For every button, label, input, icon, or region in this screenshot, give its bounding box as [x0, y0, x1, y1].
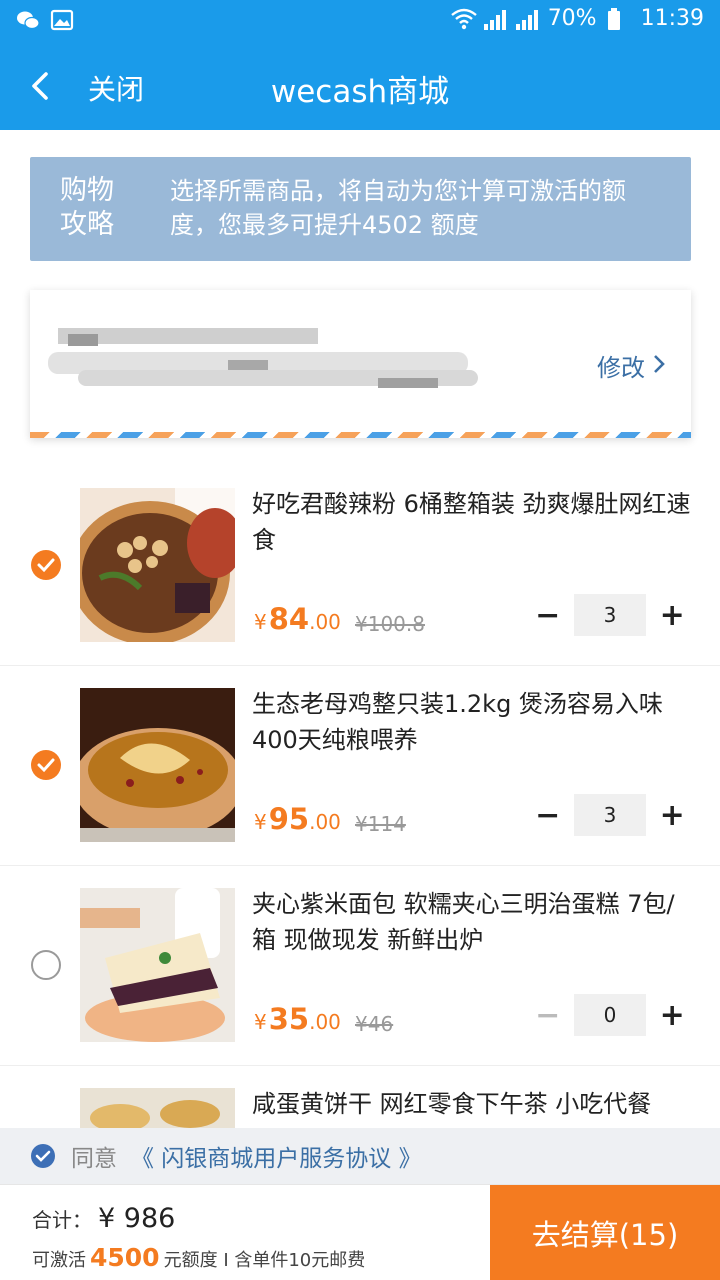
- quantity-stepper: − 0 +: [530, 994, 690, 1036]
- chevron-right-icon: [653, 352, 665, 380]
- product-name[interactable]: 夹心紫米面包 软糯夹心三明治蛋糕 7包/箱 现做现发 新鲜出炉: [252, 886, 692, 958]
- product-name[interactable]: 生态老母鸡整只装1.2kg 煲汤容易入味400天纯粮喂养: [252, 686, 692, 758]
- edit-label: 修改: [597, 354, 645, 382]
- guide-title: 购物攻略: [60, 175, 114, 240]
- total-label: 合计：: [32, 1208, 92, 1232]
- airmail-border: [30, 432, 691, 438]
- activation-amount: 4500: [90, 1243, 160, 1272]
- agreement-bar: 同意 《 闪银商城用户服务协议 》: [0, 1128, 720, 1184]
- agreement-label: 同意: [71, 1146, 117, 1172]
- decrement-button[interactable]: −: [530, 994, 566, 1036]
- activation-prefix: 可激活: [32, 1250, 86, 1271]
- edit-address-button[interactable]: 修改: [597, 348, 665, 383]
- wifi-icon: [450, 7, 477, 31]
- checkout-bar: 合计： ¥ 986 可激活 4500 元额度 I 含单件10元邮费 去结算(15…: [0, 1184, 720, 1280]
- redacted-address: [48, 328, 478, 388]
- increment-button[interactable]: +: [654, 994, 690, 1036]
- total-amount: ¥ 986: [98, 1203, 176, 1234]
- quantity-value[interactable]: 3: [573, 594, 647, 636]
- nav-bar: 关闭 wecash商城: [0, 42, 720, 130]
- status-bar: 70% 11:39: [0, 0, 720, 42]
- quantity-value[interactable]: 3: [573, 794, 647, 836]
- decrement-button[interactable]: −: [530, 794, 566, 836]
- checkout-button[interactable]: 去结算(15): [490, 1185, 720, 1280]
- product-item: 好吃君酸辣粉 6桶整箱装 劲爽爆肚网红速食 ¥ 84 .00 ¥100.8 − …: [0, 466, 720, 666]
- signal-icon: [515, 8, 538, 30]
- image-icon: [50, 8, 74, 32]
- battery-icon: [607, 7, 631, 31]
- quantity-stepper: − 3 +: [530, 594, 690, 636]
- unselected-checkbox[interactable]: [31, 950, 61, 980]
- page-title: wecash商城: [270, 74, 450, 110]
- product-name[interactable]: 好吃君酸辣粉 6桶整箱装 劲爽爆肚网红速食: [252, 486, 692, 558]
- battery-percent: 70%: [547, 6, 597, 31]
- increment-button[interactable]: +: [654, 794, 690, 836]
- product-item: 生态老母鸡整只装1.2kg 煲汤容易入味400天纯粮喂养 ¥ 95 .00 ¥1…: [0, 666, 720, 866]
- decrement-button[interactable]: −: [530, 594, 566, 636]
- activation-info: 可激活 4500 元额度 I 含单件10元邮费: [32, 1243, 365, 1272]
- increment-button[interactable]: +: [654, 594, 690, 636]
- product-image[interactable]: [80, 488, 235, 642]
- product-item: 夹心紫米面包 软糯夹心三明治蛋糕 7包/箱 现做现发 新鲜出炉 ¥ 35 .00…: [0, 866, 720, 1066]
- checkmark-icon: [37, 558, 55, 573]
- selected-checkbox[interactable]: [31, 750, 61, 780]
- selected-checkbox[interactable]: [31, 550, 61, 580]
- product-image[interactable]: [80, 688, 235, 842]
- original-price: ¥114: [355, 812, 406, 836]
- quantity-value[interactable]: 0: [573, 994, 647, 1036]
- shipping-address-card[interactable]: 修改: [30, 290, 691, 438]
- guide-text: 选择所需商品，将自动为您计算可激活的额度，您最多可提升4502 额度: [170, 177, 626, 239]
- original-price: ¥100.8: [355, 612, 425, 636]
- quantity-stepper: − 3 +: [530, 794, 690, 836]
- shopping-guide-banner: 购物攻略 选择所需商品，将自动为您计算可激活的额度，您最多可提升4502 额度: [30, 157, 691, 261]
- original-price: ¥46: [355, 1012, 394, 1036]
- signal-4g-icon: [483, 8, 506, 30]
- product-price: ¥ 84 .00: [254, 602, 341, 636]
- agreement-checkbox[interactable]: [31, 1144, 55, 1168]
- service-agreement-link[interactable]: 《 闪银商城用户服务协议 》: [131, 1139, 422, 1173]
- activation-suffix: 元额度 I 含单件10元邮费: [163, 1250, 366, 1271]
- order-total: 合计： ¥ 986: [32, 1203, 175, 1234]
- checkmark-icon: [37, 758, 55, 773]
- clock: 11:39: [640, 6, 704, 31]
- checkmark-icon: [35, 1150, 51, 1162]
- product-image[interactable]: [80, 888, 235, 1042]
- product-price: ¥ 35 .00: [254, 1002, 341, 1036]
- wechat-icon: [16, 8, 40, 32]
- product-name[interactable]: 咸蛋黄饼干 网红零食下午茶 小吃代餐: [252, 1086, 692, 1122]
- product-price: ¥ 95 .00: [254, 802, 341, 836]
